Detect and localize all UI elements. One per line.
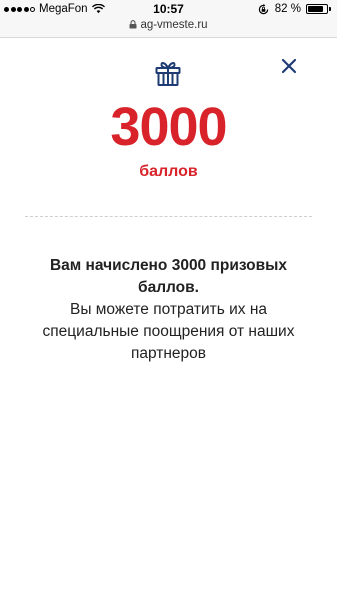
screen: MegaFon 10:57 82 % ag-vmeste.ru 3000 бал… [0, 0, 337, 600]
points-unit: баллов [139, 163, 198, 180]
status-right: 82 % [258, 3, 331, 15]
battery-tip [329, 7, 331, 11]
battery-level [308, 6, 323, 12]
award-message-bold: Вам начислено 3000 призовых баллов. [49, 257, 288, 296]
award-message: Вам начислено 3000 призовых баллов. Вы м… [20, 255, 317, 365]
lock-icon [129, 20, 137, 29]
award-message-detail: Вы можете потратить их на специальные по… [42, 301, 295, 362]
rotation-lock-icon [258, 3, 269, 14]
status-bar: MegaFon 10:57 82 % ag-vmeste.ru [0, 0, 337, 38]
battery-percent: 82 % [274, 3, 301, 15]
address-bar[interactable]: ag-vmeste.ru [0, 19, 337, 31]
gift-icon [155, 62, 181, 86]
url-text: ag-vmeste.ru [140, 19, 208, 31]
battery-icon [306, 4, 328, 14]
close-icon[interactable] [280, 57, 298, 75]
divider [25, 216, 312, 217]
points-value: 3000 [110, 97, 227, 157]
